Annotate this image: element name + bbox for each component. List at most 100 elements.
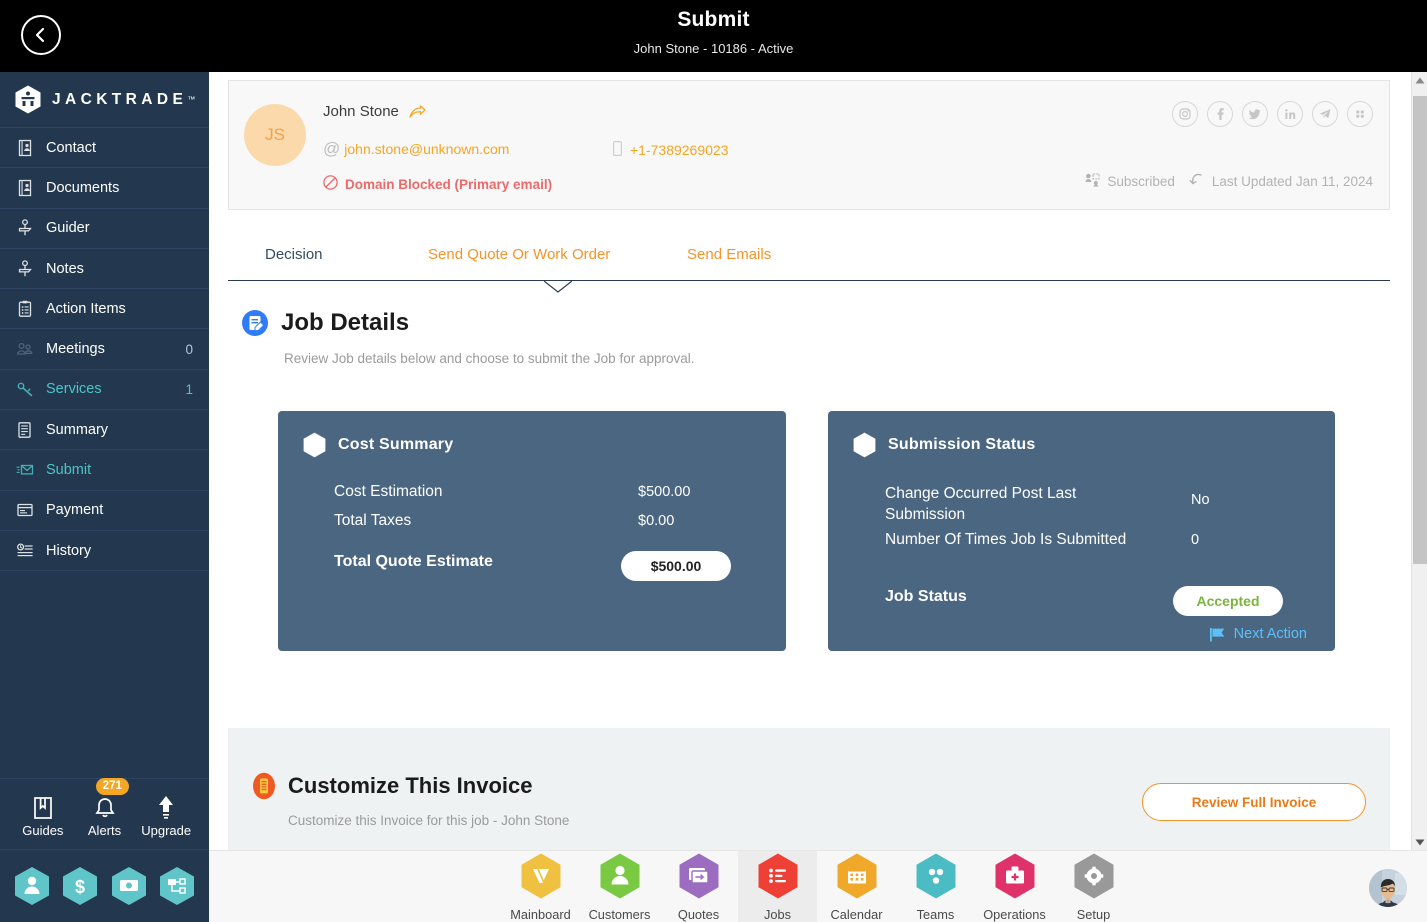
contact-email-text: john.stone@unknown.com	[344, 140, 510, 157]
jacktrade-hex-icon	[15, 85, 41, 114]
sidebar-item-services[interactable]: Services 1	[0, 370, 209, 411]
bottom-nav-calendar[interactable]: Calendar	[817, 851, 896, 922]
scroll-down-arrow-icon[interactable]	[1412, 834, 1427, 850]
documents-icon	[15, 178, 35, 198]
sidebar-item-submit[interactable]: Submit	[0, 450, 209, 491]
sidebar-item-label: Services	[46, 381, 102, 398]
mainboard-hex-icon	[519, 852, 563, 903]
facebook-icon[interactable]	[1207, 101, 1233, 127]
subscriber-icon	[1085, 173, 1100, 190]
meetings-icon	[15, 339, 35, 359]
bottom-nav-customers[interactable]: Customers	[580, 851, 659, 922]
domain-blocked-status: Domain Blocked (Primary email)	[323, 175, 552, 193]
sidebar-item-action-items[interactable]: Action Items	[0, 289, 209, 330]
cost-summary-header: Cost Summary	[303, 432, 453, 458]
flag-icon	[1209, 627, 1226, 642]
contact-phone[interactable]: +1-7389269023	[613, 141, 729, 159]
sidebar-item-label: Meetings	[46, 341, 105, 358]
active-tab-notch	[544, 281, 572, 293]
clipboard-icon	[15, 299, 35, 319]
total-quote-estimate-label: Total Quote Estimate	[334, 553, 493, 570]
telegram-icon[interactable]	[1312, 101, 1338, 127]
blocked-icon	[323, 175, 338, 193]
payment-icon	[15, 500, 35, 520]
scroll-up-arrow-icon[interactable]	[1412, 72, 1427, 88]
sidebar-item-summary[interactable]: Summary	[0, 410, 209, 451]
sidebar-tool-alerts[interactable]: 271 Alerts	[74, 778, 136, 838]
contact-card-icon	[15, 138, 35, 158]
sidebar-nav: Contact Documents Guider Notes Action Items M…	[0, 128, 209, 572]
scrollbar-thumb[interactable]	[1413, 96, 1427, 564]
shortcut-person-hex[interactable]	[14, 866, 50, 906]
sidebar-item-label: History	[46, 542, 92, 559]
sidebar-item-label: Summary	[46, 421, 109, 438]
bottom-nav-items: Mainboard Customers Quotes Jobs Calendar Team…	[501, 851, 1133, 922]
instagram-icon[interactable]	[1172, 101, 1198, 127]
user-photo-avatar[interactable]	[1369, 869, 1407, 907]
next-action-link[interactable]: Next Action	[1209, 626, 1307, 642]
sidebar-item-documents[interactable]: Documents	[0, 168, 209, 209]
bottom-nav-label: Jobs	[763, 907, 792, 922]
next-action-label: Next Action	[1233, 626, 1307, 642]
change-occurred-label: Change Occurred Post Last Submission	[885, 485, 1077, 523]
bottom-nav-label: Customers	[588, 907, 651, 922]
bottom-nav-label: Operations	[983, 907, 1046, 922]
submission-status-header: Submission Status	[853, 432, 1035, 458]
times-submitted-label: Number Of Times Job Is Submitted	[885, 531, 1127, 548]
bottom-nav-teams[interactable]: Teams	[896, 851, 975, 922]
sidebar-item-guider[interactable]: Guider	[0, 209, 209, 249]
apps-grid-icon[interactable]	[1347, 101, 1373, 127]
subscribed-label: Subscribed	[1107, 174, 1175, 189]
up-arrow-icon	[155, 790, 177, 820]
tab-send-quote-or-work-order[interactable]: Send Quote Or Work Order	[428, 246, 610, 263]
review-full-invoice-button[interactable]: Review Full Invoice	[1142, 783, 1366, 821]
bottom-nav-setup[interactable]: Setup	[1054, 851, 1133, 922]
app-root: Submit John Stone - 10186 - Active JACKT…	[0, 0, 1427, 922]
contact-name-row: John Stone	[323, 103, 426, 123]
bottom-nav-jobs[interactable]: Jobs	[738, 851, 817, 922]
refresh-icon	[1188, 172, 1205, 191]
contact-summary-card: JS John Stone @ john.stone@unknown.com +…	[228, 80, 1390, 210]
mobile-icon	[613, 141, 623, 159]
book-icon	[32, 790, 54, 820]
shortcut-dollar-hex[interactable]: $	[62, 866, 98, 906]
alerts-badge: 271	[95, 778, 129, 795]
brand-trademark: ™	[187, 95, 196, 104]
sidebar-tool-label: Upgrade	[141, 823, 192, 838]
sidebar-item-label: Notes	[46, 260, 84, 277]
brand-name: JACKTRADE	[52, 90, 188, 108]
cost-summary-title: Cost Summary	[338, 436, 454, 453]
invoice-icon	[252, 772, 276, 800]
top-header-bar: Submit John Stone - 10186 - Active	[0, 0, 1427, 72]
cost-summary-card: Cost Summary Cost Estimation $500.00 Tot…	[278, 411, 786, 651]
sidebar-item-history[interactable]: History	[0, 531, 209, 572]
bottom-nav-mainboard[interactable]: Mainboard	[501, 851, 580, 922]
shortcut-money-hex[interactable]	[111, 866, 147, 906]
sidebar-item-contact[interactable]: Contact	[0, 128, 209, 169]
submission-status-title: Submission Status	[888, 436, 1036, 453]
sidebar-item-count: 1	[185, 381, 193, 397]
tab-decision[interactable]: Decision	[265, 246, 323, 263]
sidebar-item-label: Contact	[46, 139, 96, 156]
sidebar-tool-upgrade[interactable]: Upgrade	[135, 790, 197, 838]
tab-send-emails[interactable]: Send Emails	[687, 246, 771, 263]
bottom-nav-label: Calendar	[830, 907, 883, 922]
sidebar-tool-guides[interactable]: Guides	[12, 790, 74, 838]
bottom-nav-operations[interactable]: Operations	[975, 851, 1054, 922]
sidebar-item-meetings[interactable]: Meetings 0	[0, 329, 209, 370]
bottom-nav-quotes[interactable]: Quotes	[659, 851, 738, 922]
linkedin-icon[interactable]	[1277, 101, 1303, 127]
job-details-title: Job Details	[281, 309, 410, 336]
share-arrow-icon[interactable]	[409, 105, 426, 123]
main-content: JS John Stone @ john.stone@unknown.com +…	[209, 72, 1412, 922]
sidebar-item-label: Action Items	[46, 300, 126, 317]
brand-logo[interactable]: JACKTRADE ™	[0, 72, 209, 128]
tab-bar: Decision Send Quote Or Work Order Send E…	[228, 237, 1390, 293]
contact-email[interactable]: @ john.stone@unknown.com	[323, 140, 509, 157]
sidebar-tools: Guides 271 Alerts Upgrade	[0, 778, 209, 850]
vertical-scrollbar[interactable]	[1411, 72, 1427, 850]
twitter-icon[interactable]	[1242, 101, 1268, 127]
shortcut-workflow-hex[interactable]	[159, 866, 195, 906]
sidebar-item-notes[interactable]: Notes	[0, 249, 209, 290]
sidebar-item-payment[interactable]: Payment	[0, 491, 209, 531]
